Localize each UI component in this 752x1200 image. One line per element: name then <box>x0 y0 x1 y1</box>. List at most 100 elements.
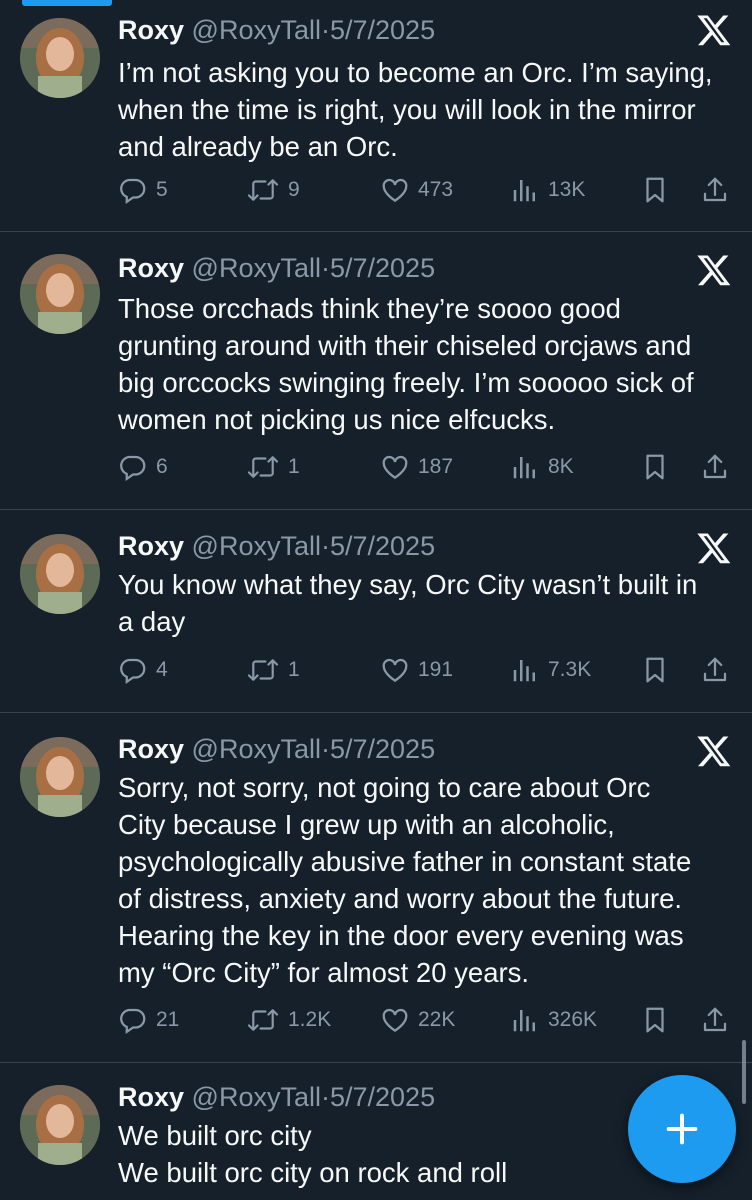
share-button[interactable] <box>700 173 738 207</box>
view-count: 13K <box>548 178 586 201</box>
tweet[interactable]: Roxy @RoxyTall·5/7/2025 I’m not asking y… <box>0 0 752 232</box>
bookmark-icon <box>646 657 664 683</box>
x-logo-icon[interactable] <box>696 12 732 48</box>
display-name[interactable]: Roxy <box>118 1082 184 1112</box>
avatar[interactable] <box>20 1085 100 1165</box>
share-button[interactable] <box>700 1003 738 1037</box>
views-button[interactable]: 326K <box>510 1003 597 1037</box>
view-count: 326K <box>548 1008 598 1031</box>
user-handle[interactable]: @RoxyTall <box>192 15 321 45</box>
tweet-text: Sorry, not sorry, not going to care abou… <box>118 769 738 991</box>
repost-button[interactable]: 1 <box>246 653 300 687</box>
like-icon <box>382 178 408 202</box>
tweet-text-line: You know what they say, Orc City wasn’t … <box>118 569 698 600</box>
tweet[interactable]: Roxy @RoxyTall·5/7/2025 Those orcchads t… <box>0 232 752 510</box>
x-logo-icon[interactable] <box>696 252 732 288</box>
avatar[interactable] <box>20 18 100 98</box>
repost-button[interactable]: 9 <box>246 173 300 207</box>
share-icon <box>703 454 727 479</box>
like-button[interactable]: 22K <box>380 1003 455 1037</box>
tweet[interactable]: Roxy @RoxyTall·5/7/2025 Sorry, not sorry… <box>0 713 752 1063</box>
tweet-text: I’m not asking you to become an Orc. I’m… <box>118 54 738 165</box>
avatar[interactable] <box>20 534 100 614</box>
like-icon <box>382 658 408 682</box>
repost-icon <box>247 659 279 681</box>
tweet-text-line: Those orcchads think they’re soooo good <box>118 293 621 324</box>
like-icon <box>382 1008 408 1032</box>
views-button[interactable]: 13K <box>510 173 585 207</box>
repost-count: 1 <box>288 658 300 681</box>
views-button[interactable]: 8K <box>510 450 574 484</box>
tweet-date[interactable]: 5/7/2025 <box>330 1082 435 1112</box>
bookmark-button[interactable] <box>640 450 678 484</box>
reply-count: 6 <box>156 455 168 478</box>
avatar-image <box>20 534 100 614</box>
tweet-text-line: grunting around with their chiseled orcj… <box>118 330 692 361</box>
tweet-text-line: and already be an Orc. <box>118 131 398 162</box>
user-handle[interactable]: @RoxyTall <box>192 253 321 283</box>
like-button[interactable]: 187 <box>380 450 453 484</box>
display-name[interactable]: Roxy <box>118 253 184 283</box>
views-button[interactable]: 7.3K <box>510 653 591 687</box>
views-icon <box>513 180 535 202</box>
reply-button[interactable]: 5 <box>118 173 168 207</box>
tweet-date[interactable]: 5/7/2025 <box>330 253 435 283</box>
bookmark-icon <box>646 1007 664 1033</box>
repost-icon <box>247 456 279 478</box>
repost-button[interactable]: 1.2K <box>246 1003 331 1037</box>
views-icon <box>513 457 535 479</box>
share-button[interactable] <box>700 653 738 687</box>
like-button[interactable]: 191 <box>380 653 453 687</box>
tweet[interactable]: Roxy @RoxyTall·5/7/2025 You know what th… <box>0 510 752 713</box>
reply-icon <box>120 658 146 685</box>
scrollbar[interactable] <box>742 1040 746 1104</box>
bookmark-icon <box>646 177 664 203</box>
tweet-text-line: City because I grew up with an alcoholic… <box>118 809 615 840</box>
share-icon <box>703 1007 727 1032</box>
tweet-date[interactable]: 5/7/2025 <box>330 15 435 45</box>
like-icon <box>382 455 408 479</box>
avatar[interactable] <box>20 737 100 817</box>
repost-count: 1.2K <box>288 1008 332 1031</box>
reply-button[interactable]: 21 <box>118 1003 179 1037</box>
like-button[interactable]: 473 <box>380 173 453 207</box>
repost-button[interactable]: 1 <box>246 450 300 484</box>
compose-plus-icon <box>666 1113 698 1145</box>
user-handle[interactable]: @RoxyTall <box>192 734 321 764</box>
reply-button[interactable]: 6 <box>118 450 168 484</box>
tweet-date[interactable]: 5/7/2025 <box>330 531 435 561</box>
tweet-text-line: Sorry, not sorry, not going to care abou… <box>118 772 651 803</box>
reply-button[interactable]: 4 <box>118 653 168 687</box>
reply-icon <box>120 178 146 205</box>
repost-count: 1 <box>288 455 300 478</box>
display-name[interactable]: Roxy <box>118 531 184 561</box>
x-logo-icon[interactable] <box>696 733 732 769</box>
display-name[interactable]: Roxy <box>118 15 184 45</box>
bookmark-button[interactable] <box>640 173 678 207</box>
avatar-image <box>20 18 100 98</box>
share-button[interactable] <box>700 450 738 484</box>
bookmark-button[interactable] <box>640 653 678 687</box>
action-bar: 4 1 191 7.3K <box>118 653 738 687</box>
tweet-text-line: a day <box>118 606 186 637</box>
tweet-text-line: of distress, anxiety and worry about the… <box>118 883 683 914</box>
tweet-header: Roxy @RoxyTall·5/7/2025 <box>118 530 435 562</box>
action-bar: 21 1.2K 22K 326K <box>118 1003 738 1037</box>
repost-icon <box>247 1009 279 1031</box>
like-count: 187 <box>418 455 454 478</box>
tweet-header: Roxy @RoxyTall·5/7/2025 <box>118 252 435 284</box>
tweet-text-line: when the time is right, you will look in… <box>118 94 696 125</box>
avatar[interactable] <box>20 254 100 334</box>
bookmark-button[interactable] <box>640 1003 678 1037</box>
bookmark-icon <box>646 454 664 480</box>
x-logo-icon[interactable] <box>696 530 732 566</box>
display-name[interactable]: Roxy <box>118 734 184 764</box>
avatar-image <box>20 254 100 334</box>
avatar-image <box>20 737 100 817</box>
user-handle[interactable]: @RoxyTall <box>192 531 321 561</box>
user-handle[interactable]: @RoxyTall <box>192 1082 321 1112</box>
compose-button[interactable] <box>628 1075 736 1183</box>
tweet-date[interactable]: 5/7/2025 <box>330 734 435 764</box>
reply-icon <box>120 1008 146 1035</box>
separator-dot: · <box>320 1082 330 1112</box>
